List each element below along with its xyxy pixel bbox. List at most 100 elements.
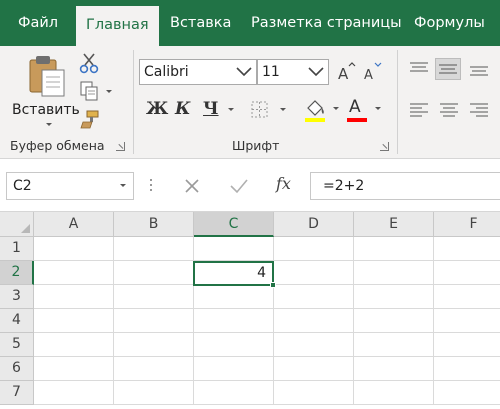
row-header-7[interactable]: 7: [0, 381, 34, 405]
bold-button[interactable]: Ж: [146, 99, 168, 119]
underline-dropdown-icon[interactable]: [228, 108, 234, 111]
cell-c3[interactable]: [194, 285, 274, 309]
grow-font-button[interactable]: A: [337, 60, 357, 83]
cell-d3[interactable]: [274, 285, 354, 309]
cell-e5[interactable]: [354, 333, 434, 357]
cut-button[interactable]: [78, 52, 100, 74]
cell-f3[interactable]: [434, 285, 500, 309]
row-header-5[interactable]: 5: [0, 333, 34, 357]
column-header-a[interactable]: A: [34, 212, 114, 237]
font-color-button[interactable]: A: [345, 96, 385, 124]
align-right-button[interactable]: [468, 101, 490, 119]
cell-b6[interactable]: [114, 357, 194, 381]
font-name-combo[interactable]: Calibri: [139, 59, 257, 85]
tab-insert[interactable]: Вставка: [170, 0, 231, 46]
font-launcher-icon[interactable]: [380, 142, 389, 151]
cell-e3[interactable]: [354, 285, 434, 309]
cell-b2[interactable]: [114, 261, 194, 285]
cell-e1[interactable]: [354, 237, 434, 261]
cell-b4[interactable]: [114, 309, 194, 333]
formula-bar: C2 fx =2+2: [0, 160, 500, 212]
paste-icon: [29, 56, 65, 97]
insert-function-icon[interactable]: fx: [276, 174, 291, 193]
cell-b3[interactable]: [114, 285, 194, 309]
cell-d1[interactable]: [274, 237, 354, 261]
paste-button[interactable]: Вставить: [8, 52, 80, 134]
select-all-button[interactable]: [0, 212, 34, 237]
fill-color-button[interactable]: [303, 96, 343, 124]
cell-b5[interactable]: [114, 333, 194, 357]
formula-input[interactable]: =2+2: [310, 172, 500, 200]
cell-e2[interactable]: [354, 261, 434, 285]
cell-d2[interactable]: [274, 261, 354, 285]
cell-a5[interactable]: [34, 333, 114, 357]
column-header-b[interactable]: B: [114, 212, 194, 237]
cell-c4[interactable]: [194, 309, 274, 333]
italic-button[interactable]: К: [175, 99, 190, 119]
row-header-1[interactable]: 1: [0, 237, 34, 261]
font-color-icon: A: [349, 97, 361, 117]
cell-c5[interactable]: [194, 333, 274, 357]
cell-a4[interactable]: [34, 309, 114, 333]
cell-a3[interactable]: [34, 285, 114, 309]
align-center-icon: [440, 103, 458, 117]
align-left-button[interactable]: [408, 101, 430, 119]
cell-c6[interactable]: [194, 357, 274, 381]
name-box-dropdown-icon: [120, 184, 126, 187]
align-top-button[interactable]: [408, 60, 430, 78]
clipboard-launcher-icon[interactable]: [116, 142, 125, 151]
cell-f7[interactable]: [434, 381, 500, 405]
cell-a7[interactable]: [34, 381, 114, 405]
fill-handle[interactable]: [270, 282, 276, 288]
cell-f2[interactable]: [434, 261, 500, 285]
cell-a6[interactable]: [34, 357, 114, 381]
cell-c7[interactable]: [194, 381, 274, 405]
borders-button[interactable]: [249, 99, 289, 121]
cell-b1[interactable]: [114, 237, 194, 261]
cell-e6[interactable]: [354, 357, 434, 381]
align-middle-button[interactable]: [435, 58, 461, 80]
align-bottom-button[interactable]: [468, 60, 490, 78]
column-header-c[interactable]: C: [194, 212, 274, 237]
cell-d5[interactable]: [274, 333, 354, 357]
tab-home[interactable]: Главная: [76, 6, 159, 46]
font-color-dropdown-icon: [375, 107, 381, 110]
cell-f1[interactable]: [434, 237, 500, 261]
row-header-6[interactable]: 6: [0, 357, 34, 381]
cell-f6[interactable]: [434, 357, 500, 381]
cancel-icon[interactable]: [182, 176, 202, 196]
tab-page-layout[interactable]: Разметка страницы: [251, 0, 402, 46]
row-header-4[interactable]: 4: [0, 309, 34, 333]
align-center-button[interactable]: [438, 101, 460, 119]
cell-d6[interactable]: [274, 357, 354, 381]
fill-color-dropdown-icon: [333, 107, 339, 110]
column-header-e[interactable]: E: [354, 212, 434, 237]
active-cell-c2[interactable]: 4: [193, 261, 274, 286]
resize-handle-icon[interactable]: [150, 179, 153, 193]
column-header-d[interactable]: D: [274, 212, 354, 237]
row-header-2[interactable]: 2: [0, 261, 34, 285]
shrink-font-button[interactable]: A: [363, 60, 383, 83]
tab-file[interactable]: Файл: [18, 0, 58, 46]
underline-button[interactable]: Ч: [203, 99, 219, 119]
column-header-f[interactable]: F: [434, 212, 500, 237]
enter-icon[interactable]: [228, 176, 250, 196]
font-size-combo[interactable]: 11: [257, 59, 329, 85]
row-header-3[interactable]: 3: [0, 285, 34, 309]
align-top-icon: [410, 62, 428, 72]
cell-b7[interactable]: [114, 381, 194, 405]
cell-d7[interactable]: [274, 381, 354, 405]
cell-a2[interactable]: [34, 261, 114, 285]
cell-c1[interactable]: [194, 237, 274, 261]
cell-f4[interactable]: [434, 309, 500, 333]
chevron-down-icon: [308, 67, 324, 77]
cell-e4[interactable]: [354, 309, 434, 333]
cell-a1[interactable]: [34, 237, 114, 261]
copy-button[interactable]: [78, 80, 114, 102]
cell-e7[interactable]: [354, 381, 434, 405]
cell-f5[interactable]: [434, 333, 500, 357]
name-box[interactable]: C2: [6, 172, 134, 200]
cell-d4[interactable]: [274, 309, 354, 333]
tab-formulas[interactable]: Формулы: [414, 0, 485, 46]
format-painter-button[interactable]: [78, 108, 100, 130]
